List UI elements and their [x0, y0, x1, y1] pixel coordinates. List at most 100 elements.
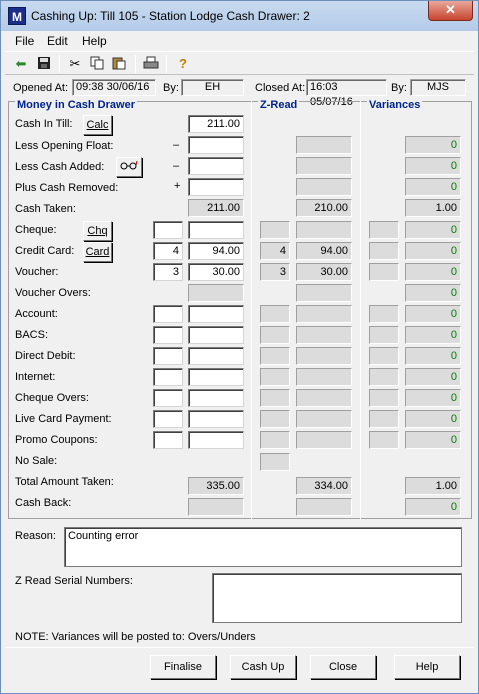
opening-float-input[interactable]	[188, 136, 244, 154]
cheque-button[interactable]: Chq	[83, 221, 112, 241]
credit-card-count-input[interactable]: 4	[153, 242, 183, 260]
promo-count-input[interactable]	[153, 431, 183, 449]
cheque-amount-input[interactable]	[188, 221, 244, 239]
live-card-count-input[interactable]	[153, 410, 183, 428]
finalise-button[interactable]: Finalise	[150, 655, 216, 679]
direct-debit-count-input[interactable]	[153, 347, 183, 365]
internet-variance-count	[369, 368, 399, 386]
internet-count-input[interactable]	[153, 368, 183, 386]
calc-button[interactable]: Calc	[83, 115, 112, 135]
cheque-zread-count	[260, 221, 290, 239]
direct-debit-zread-count	[260, 347, 290, 365]
voucher-count-input[interactable]: 3	[153, 263, 183, 281]
voucher-overs-amount	[188, 284, 244, 302]
close-button[interactable]: Close	[310, 655, 376, 679]
cash-back-amount	[188, 498, 244, 516]
menu-file[interactable]: File	[15, 34, 34, 48]
menu-edit[interactable]: Edit	[47, 34, 68, 48]
no-sale-label: No Sale:	[15, 455, 58, 467]
opened-at-label: Opened At:	[13, 82, 69, 94]
cash-in-till-input[interactable]: 211.00	[188, 115, 244, 133]
money-section-header: Money in Cash Drawer	[15, 99, 137, 111]
credit-card-amount-input[interactable]: 94.00	[188, 242, 244, 260]
cash-removed-variance: 0	[405, 178, 461, 196]
promo-zread-count	[260, 431, 290, 449]
copy-icon[interactable]	[89, 56, 105, 72]
cheque-variance: 0	[405, 221, 461, 239]
zread-section-header: Z-Read	[258, 99, 300, 111]
cash-removed-input[interactable]	[188, 178, 244, 196]
voucher-label: Voucher:	[15, 266, 59, 278]
toolbar-separator	[59, 55, 60, 73]
card-button[interactable]: Card	[83, 242, 112, 262]
total-amount: 335.00	[188, 477, 244, 495]
opening-float-zread	[296, 136, 352, 154]
direct-debit-variance: 0	[405, 347, 461, 365]
cash-taken-label: Cash Taken:	[15, 203, 76, 215]
voucher-overs-label: Voucher Overs:	[15, 287, 91, 299]
reason-label: Reason:	[15, 530, 56, 542]
opening-float-variance: 0	[405, 136, 461, 154]
direct-debit-amount-input[interactable]	[188, 347, 244, 365]
save-icon[interactable]	[36, 56, 52, 72]
account-zread-count	[260, 305, 290, 323]
glasses-icon	[120, 160, 138, 170]
cheque-count-input[interactable]	[153, 221, 183, 239]
opened-at-value: 09:38 30/06/16	[72, 79, 156, 96]
closed-by-label: By:	[391, 82, 407, 94]
total-amount-label: Total Amount Taken:	[15, 476, 114, 488]
voucher-variance: 0	[405, 263, 461, 281]
print-icon[interactable]	[143, 56, 159, 72]
live-card-amount-input[interactable]	[188, 410, 244, 428]
voucher-overs-variance: 0	[405, 284, 461, 302]
voucher-zread-count: 3	[260, 263, 290, 281]
closed-at-value: 16:03 05/07/16	[306, 79, 387, 108]
cheque-overs-count-input[interactable]	[153, 389, 183, 407]
promo-variance-count	[369, 431, 399, 449]
promo-zread	[296, 431, 352, 449]
cut-icon[interactable]: ✂	[67, 56, 83, 72]
bacs-amount-input[interactable]	[188, 326, 244, 344]
bacs-variance: 0	[405, 326, 461, 344]
promo-amount-input[interactable]	[188, 431, 244, 449]
cash-up-button[interactable]: Cash Up	[230, 655, 296, 679]
minus-sign: –	[173, 139, 180, 151]
voucher-overs-zread	[296, 284, 352, 302]
cheque-overs-zread	[296, 389, 352, 407]
internet-amount-input[interactable]	[188, 368, 244, 386]
internet-zread	[296, 368, 352, 386]
title-bar[interactable]: M Cashing Up: Till 105 - Station Lodge C…	[1, 1, 478, 31]
cheque-overs-amount-input[interactable]	[188, 389, 244, 407]
back-arrow-icon[interactable]: ⬅	[13, 56, 29, 72]
z-read-serial-textarea[interactable]	[212, 573, 462, 623]
live-card-variance: 0	[405, 410, 461, 428]
bacs-count-input[interactable]	[153, 326, 183, 344]
help-button[interactable]: Help	[394, 655, 460, 679]
cash-back-label: Cash Back:	[15, 497, 72, 509]
account-amount-input[interactable]	[188, 305, 244, 323]
variance-note: NOTE: Variances will be posted to: Overs…	[15, 631, 256, 643]
cash-back-variance: 0	[405, 498, 461, 516]
menu-bar: File Edit Help	[5, 32, 474, 50]
cash-taken-amount: 211.00	[188, 199, 244, 217]
toolbar-separator	[135, 55, 136, 73]
glasses-button[interactable]	[116, 157, 142, 177]
account-count-input[interactable]	[153, 305, 183, 323]
cheque-variance-count	[369, 221, 399, 239]
cash-added-input[interactable]	[188, 157, 244, 175]
cheque-label: Cheque:	[15, 224, 57, 236]
cheque-overs-variance: 0	[405, 389, 461, 407]
help-icon[interactable]: ?	[175, 56, 191, 72]
closed-at-label: Closed At:	[255, 82, 306, 94]
less-cash-added-label: Less Cash Added:	[15, 161, 105, 173]
cheque-overs-variance-count	[369, 389, 399, 407]
reason-textarea[interactable]: Counting error	[64, 527, 462, 567]
app-icon: M	[8, 7, 26, 25]
voucher-amount-input[interactable]: 30.00	[188, 263, 244, 281]
close-window-button[interactable]: ✕	[428, 1, 473, 21]
live-card-zread-count	[260, 410, 290, 428]
paste-icon[interactable]	[111, 56, 127, 72]
menu-help[interactable]: Help	[82, 34, 107, 48]
credit-card-variance-count	[369, 242, 399, 260]
cash-removed-zread	[296, 178, 352, 196]
